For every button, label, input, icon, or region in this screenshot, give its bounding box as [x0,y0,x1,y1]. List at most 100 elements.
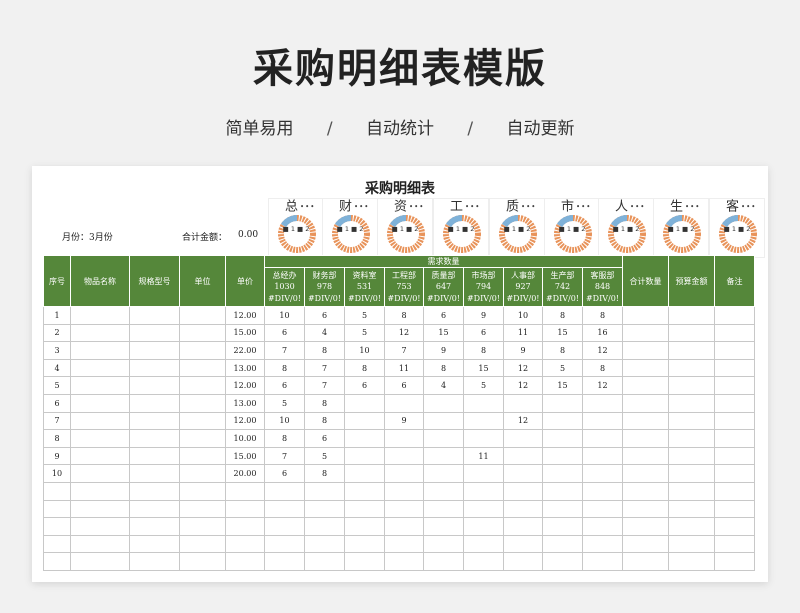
cell-quantity[interactable] [384,552,424,571]
cell-remark[interactable] [714,429,755,448]
cell-quantity[interactable]: 8 [304,464,345,483]
cell-quantity[interactable] [264,499,305,519]
cell-quantity[interactable] [384,481,424,501]
cell-quantity[interactable] [264,552,305,571]
cell-price[interactable] [225,481,265,501]
cell-quantity[interactable] [344,534,385,554]
cell-spec[interactable] [129,341,180,360]
cell-unit[interactable] [179,429,226,448]
cell-quantity[interactable]: 12 [503,411,543,431]
cell-quantity[interactable]: 8 [304,393,345,413]
cell-price[interactable]: 12.00 [225,376,265,395]
cell-quantity[interactable]: 6 [264,376,305,395]
cell-item-name[interactable] [70,306,130,325]
cell-quantity[interactable] [582,411,623,431]
cell-quantity[interactable]: 6 [344,376,385,395]
cell-spec[interactable] [129,358,180,378]
cell-quantity[interactable] [423,464,464,483]
cell-quantity[interactable] [264,481,305,501]
cell-budget[interactable] [668,446,715,466]
cell-quantity[interactable] [503,517,543,536]
cell-spec[interactable] [129,376,180,395]
cell-unit[interactable] [179,341,226,360]
cell-quantity[interactable]: 11 [463,446,504,466]
cell-quantity[interactable]: 8 [264,358,305,378]
cell-price[interactable]: 22.00 [225,341,265,360]
cell-spec[interactable] [129,464,180,483]
cell-price[interactable]: 12.00 [225,306,265,325]
cell-budget[interactable] [668,306,715,325]
cell-unit[interactable] [179,446,226,466]
donut-chart[interactable]: 工 ••• ■ 1 ■ 2 [433,198,489,258]
cell-quantity[interactable]: 8 [582,358,623,378]
cell-seq[interactable] [43,534,71,554]
cell-spec[interactable] [129,552,180,571]
cell-quantity[interactable] [582,446,623,466]
cell-price[interactable]: 13.00 [225,358,265,378]
cell-quantity[interactable] [463,534,504,554]
cell-quantity[interactable]: 12 [503,358,543,378]
cell-quantity[interactable]: 7 [264,341,305,360]
cell-quantity[interactable]: 7 [384,341,424,360]
cell-quantity[interactable] [423,393,464,413]
cell-quantity[interactable] [582,499,623,519]
cell-quantity[interactable] [542,517,583,536]
cell-total-qty[interactable] [622,534,669,554]
donut-chart[interactable]: 财 ••• ■ 1 ■ 2 [322,198,378,258]
cell-unit[interactable] [179,517,226,536]
cell-quantity[interactable] [344,411,385,431]
cell-total-qty[interactable] [622,358,669,378]
cell-quantity[interactable] [463,411,504,431]
cell-total-qty[interactable] [622,499,669,519]
cell-quantity[interactable] [503,446,543,466]
cell-remark[interactable] [714,517,755,536]
cell-seq[interactable]: 10 [43,464,71,483]
cell-budget[interactable] [668,499,715,519]
cell-quantity[interactable] [463,429,504,448]
cell-seq[interactable] [43,517,71,536]
cell-quantity[interactable]: 6 [463,323,504,343]
cell-remark[interactable] [714,376,755,395]
cell-item-name[interactable] [70,429,130,448]
cell-quantity[interactable] [582,393,623,413]
cell-budget[interactable] [668,358,715,378]
cell-budget[interactable] [668,552,715,571]
cell-quantity[interactable] [503,481,543,501]
cell-remark[interactable] [714,323,755,343]
cell-quantity[interactable]: 6 [264,323,305,343]
cell-quantity[interactable]: 15 [463,358,504,378]
cell-quantity[interactable] [463,393,504,413]
cell-seq[interactable]: 9 [43,446,71,466]
cell-quantity[interactable] [503,534,543,554]
cell-quantity[interactable] [463,552,504,571]
cell-unit[interactable] [179,481,226,501]
cell-total-qty[interactable] [622,552,669,571]
cell-unit[interactable] [179,358,226,378]
cell-quantity[interactable]: 6 [304,429,345,448]
cell-seq[interactable]: 6 [43,393,71,413]
cell-spec[interactable] [129,499,180,519]
cell-remark[interactable] [714,393,755,413]
cell-quantity[interactable] [304,499,345,519]
cell-quantity[interactable]: 9 [423,341,464,360]
cell-quantity[interactable] [542,534,583,554]
cell-item-name[interactable] [70,534,130,554]
cell-quantity[interactable] [344,393,385,413]
cell-unit[interactable] [179,552,226,571]
cell-quantity[interactable]: 11 [503,323,543,343]
cell-quantity[interactable]: 12 [503,376,543,395]
cell-item-name[interactable] [70,481,130,501]
cell-item-name[interactable] [70,464,130,483]
cell-price[interactable]: 15.00 [225,446,265,466]
cell-quantity[interactable]: 9 [384,411,424,431]
cell-remark[interactable] [714,341,755,360]
cell-total-qty[interactable] [622,517,669,536]
cell-price[interactable] [225,499,265,519]
cell-seq[interactable] [43,481,71,501]
cell-quantity[interactable] [304,534,345,554]
cell-quantity[interactable] [423,481,464,501]
cell-quantity[interactable] [384,499,424,519]
cell-quantity[interactable]: 8 [304,341,345,360]
cell-quantity[interactable]: 12 [384,323,424,343]
cell-total-qty[interactable] [622,446,669,466]
